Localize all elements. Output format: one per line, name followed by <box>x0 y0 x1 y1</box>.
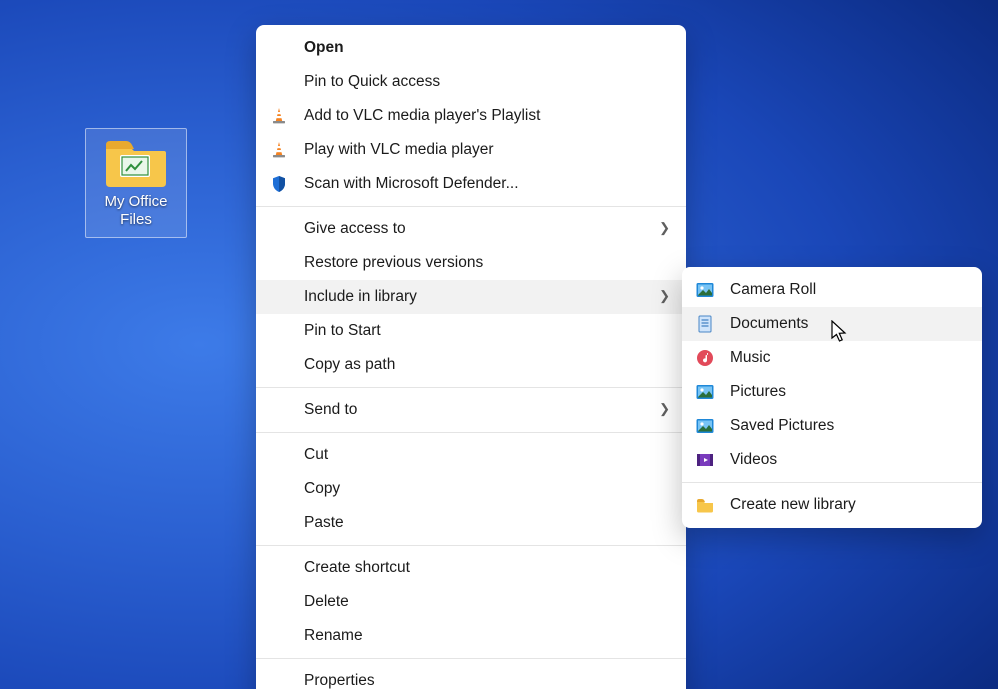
menu-rename-label: Rename <box>304 627 363 645</box>
submenu-create-new-library-label: Create new library <box>730 496 856 514</box>
picture-icon <box>694 279 716 301</box>
video-icon <box>694 449 716 471</box>
submenu-camera-roll-label: Camera Roll <box>730 281 816 299</box>
menu-cut[interactable]: Cut <box>256 438 686 472</box>
menu-send-to-label: Send to <box>304 401 357 419</box>
menu-separator <box>256 387 686 388</box>
menu-include-library[interactable]: Include in library ❯ <box>256 280 686 314</box>
library-folder-icon <box>694 494 716 516</box>
menu-paste-label: Paste <box>304 514 344 532</box>
menu-separator <box>256 545 686 546</box>
menu-restore-label: Restore previous versions <box>304 254 483 272</box>
menu-give-access-label: Give access to <box>304 220 406 238</box>
folder-icon <box>104 135 168 189</box>
menu-open-label: Open <box>304 39 344 57</box>
submenu-music-label: Music <box>730 349 770 367</box>
submenu-videos-label: Videos <box>730 451 777 469</box>
submenu-pictures[interactable]: Pictures <box>682 375 982 409</box>
menu-pin-quick[interactable]: Pin to Quick access <box>256 65 686 99</box>
picture-icon <box>694 381 716 403</box>
context-menu-main: Open Pin to Quick access Add to VLC medi… <box>256 25 686 689</box>
desktop-folder-icon[interactable]: My Office Files <box>85 128 187 238</box>
menu-separator <box>682 482 982 483</box>
document-icon <box>694 313 716 335</box>
submenu-documents[interactable]: Documents <box>682 307 982 341</box>
context-menu-library: Camera Roll Documents Music <box>682 267 982 528</box>
menu-defender-label: Scan with Microsoft Defender... <box>304 175 519 193</box>
menu-properties-label: Properties <box>304 672 375 689</box>
menu-pin-start-label: Pin to Start <box>304 322 381 340</box>
menu-copy-path[interactable]: Copy as path <box>256 348 686 382</box>
submenu-pictures-label: Pictures <box>730 383 786 401</box>
menu-defender[interactable]: Scan with Microsoft Defender... <box>256 167 686 201</box>
menu-delete[interactable]: Delete <box>256 585 686 619</box>
submenu-videos[interactable]: Videos <box>682 443 982 477</box>
menu-copy[interactable]: Copy <box>256 472 686 506</box>
submenu-saved-pictures-label: Saved Pictures <box>730 417 834 435</box>
submenu-create-new-library[interactable]: Create new library <box>682 488 982 522</box>
menu-separator <box>256 432 686 433</box>
menu-vlc-add[interactable]: Add to VLC media player's Playlist <box>256 99 686 133</box>
menu-vlc-play[interactable]: Play with VLC media player <box>256 133 686 167</box>
menu-separator <box>256 658 686 659</box>
menu-delete-label: Delete <box>304 593 349 611</box>
chevron-right-icon: ❯ <box>659 401 670 417</box>
music-icon <box>694 347 716 369</box>
menu-vlc-play-label: Play with VLC media player <box>304 141 494 159</box>
chevron-right-icon: ❯ <box>659 288 670 304</box>
menu-give-access[interactable]: Give access to ❯ <box>256 212 686 246</box>
submenu-camera-roll[interactable]: Camera Roll <box>682 273 982 307</box>
shield-icon <box>268 173 290 195</box>
menu-pin-quick-label: Pin to Quick access <box>304 73 440 91</box>
vlc-icon <box>268 139 290 161</box>
menu-restore[interactable]: Restore previous versions <box>256 246 686 280</box>
picture-icon <box>694 415 716 437</box>
menu-create-shortcut[interactable]: Create shortcut <box>256 551 686 585</box>
menu-separator <box>256 206 686 207</box>
submenu-saved-pictures[interactable]: Saved Pictures <box>682 409 982 443</box>
menu-create-shortcut-label: Create shortcut <box>304 559 410 577</box>
menu-copy-path-label: Copy as path <box>304 356 395 374</box>
menu-open[interactable]: Open <box>256 31 686 65</box>
menu-copy-label: Copy <box>304 480 340 498</box>
menu-paste[interactable]: Paste <box>256 506 686 540</box>
menu-pin-start[interactable]: Pin to Start <box>256 314 686 348</box>
menu-send-to[interactable]: Send to ❯ <box>256 393 686 427</box>
menu-cut-label: Cut <box>304 446 328 464</box>
menu-include-library-label: Include in library <box>304 288 417 306</box>
submenu-documents-label: Documents <box>730 315 808 333</box>
menu-properties[interactable]: Properties <box>256 664 686 689</box>
menu-vlc-add-label: Add to VLC media player's Playlist <box>304 107 540 125</box>
submenu-music[interactable]: Music <box>682 341 982 375</box>
menu-rename[interactable]: Rename <box>256 619 686 653</box>
chevron-right-icon: ❯ <box>659 220 670 236</box>
desktop-folder-label: My Office Files <box>90 193 182 229</box>
vlc-icon <box>268 105 290 127</box>
